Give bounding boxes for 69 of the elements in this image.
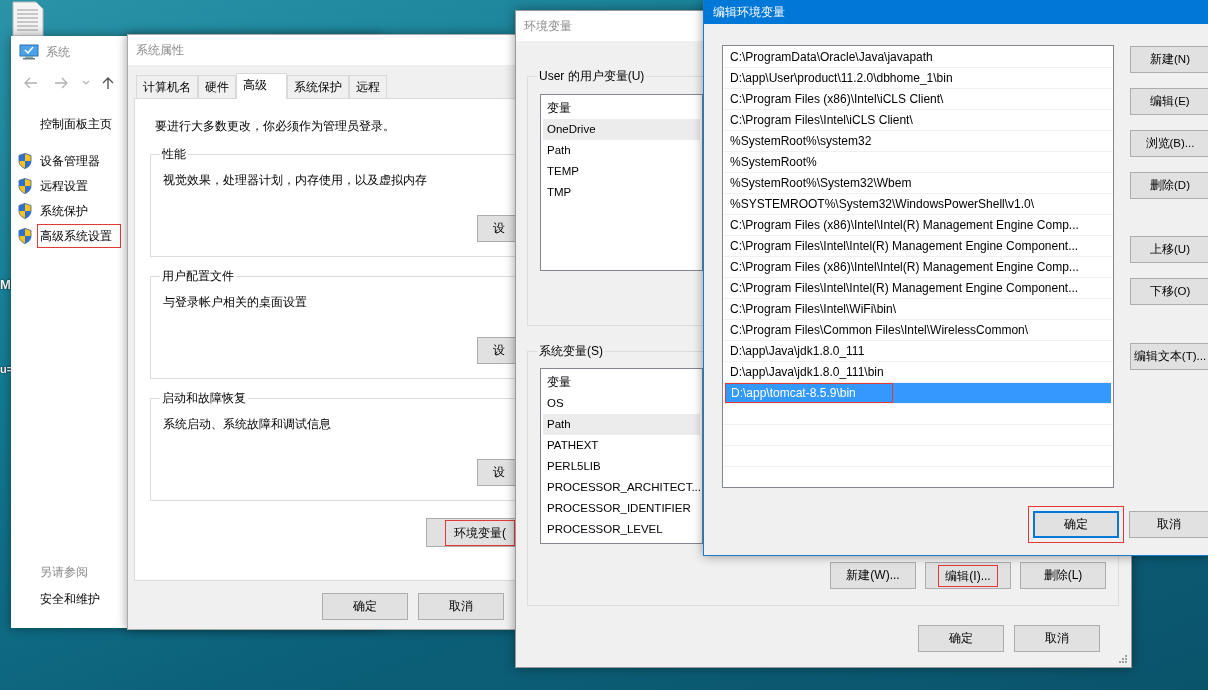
window-title: 编辑环境变量 bbox=[713, 3, 785, 21]
group-description: 视觉效果，处理器计划，内存使用，以及虚拟内存 bbox=[163, 172, 427, 188]
sidebar-link[interactable]: 控制面板主页 bbox=[40, 112, 112, 136]
shield-icon bbox=[18, 177, 32, 194]
forward-icon bbox=[54, 77, 68, 89]
variable-row[interactable]: PROCESSOR_ARCHITECT... bbox=[543, 477, 700, 498]
notice-text: 要进行大多数更改，你必须作为管理员登录。 bbox=[155, 118, 395, 134]
sidebar-link[interactable]: 系统保护 bbox=[37, 198, 97, 223]
settings-button[interactable]: 设 bbox=[477, 459, 515, 486]
delete-button[interactable]: 删除(D) bbox=[1130, 172, 1208, 199]
window-title: 环境变量 bbox=[524, 17, 572, 35]
variable-row[interactable]: OS bbox=[543, 393, 700, 414]
computer-icon bbox=[19, 44, 39, 60]
tab[interactable]: 高级 bbox=[236, 73, 287, 99]
cancel-button[interactable]: 取消 bbox=[1129, 511, 1208, 538]
group-title: 性能 bbox=[161, 147, 187, 161]
tab[interactable]: 计算机名 bbox=[136, 75, 198, 98]
up-arrow-icon bbox=[102, 76, 114, 90]
back-icon bbox=[24, 77, 38, 89]
variable-row[interactable]: PROCESSOR_LEVEL bbox=[543, 519, 700, 540]
shield-icon bbox=[18, 227, 32, 244]
cancel-button[interactable]: 取消 bbox=[418, 593, 504, 620]
browse-button[interactable]: 浏览(B)... bbox=[1130, 130, 1208, 157]
edit-button[interactable]: 编辑(I)... bbox=[925, 562, 1011, 589]
desktop-icon-label[interactable]: M bbox=[0, 277, 11, 292]
sidebar-link[interactable]: 高级系统设置 bbox=[37, 223, 121, 248]
chevron-down-icon bbox=[82, 80, 90, 86]
edit-button[interactable]: 编辑(E) bbox=[1130, 88, 1208, 115]
variable-row[interactable]: Path bbox=[543, 140, 700, 161]
group-title: User 的用户变量(U) bbox=[538, 69, 646, 83]
new-button[interactable]: 新建(W)... bbox=[830, 562, 916, 589]
settings-button[interactable]: 设 bbox=[477, 337, 515, 364]
variable-row[interactable]: OneDrive bbox=[543, 119, 700, 140]
ok-button[interactable]: 确定 bbox=[1033, 511, 1119, 538]
sidebar-link[interactable]: 设备管理器 bbox=[37, 148, 109, 173]
ok-button[interactable]: 确定 bbox=[322, 593, 408, 620]
environment-variables-button[interactable]: 环境变量( bbox=[426, 518, 515, 547]
variable-row[interactable]: PROCESSOR_IDENTIFIER bbox=[543, 498, 700, 519]
group-description: 系统启动、系统故障和调试信息 bbox=[163, 416, 331, 432]
tab[interactable]: 硬件 bbox=[198, 75, 236, 98]
variable-row[interactable]: PATHEXT bbox=[543, 435, 700, 456]
tab[interactable]: 系统保护 bbox=[287, 75, 349, 98]
shield-icon bbox=[18, 202, 32, 219]
cancel-button[interactable]: 取消 bbox=[1014, 625, 1100, 652]
delete-button[interactable]: 删除(L) bbox=[1020, 562, 1106, 589]
window-title: 系统属性 bbox=[136, 41, 184, 59]
variable-row[interactable]: Path bbox=[543, 414, 700, 435]
new-button[interactable]: 新建(N) bbox=[1130, 46, 1208, 73]
group-description: 与登录帐户相关的桌面设置 bbox=[163, 294, 307, 310]
variable-row[interactable]: TMP bbox=[543, 182, 700, 203]
variable-row[interactable]: PERL5LIB bbox=[543, 456, 700, 477]
move-up-button[interactable]: 上移(U) bbox=[1130, 236, 1208, 263]
column-header[interactable]: 变量 bbox=[543, 372, 700, 393]
sidebar-link[interactable]: 安全和维护 bbox=[40, 591, 100, 608]
tab[interactable]: 远程 bbox=[349, 75, 387, 98]
sidebar-link[interactable]: 远程设置 bbox=[37, 173, 97, 198]
column-header[interactable]: 变量 bbox=[543, 98, 700, 119]
section-heading: 另请参阅 bbox=[40, 564, 88, 581]
group-title: 系统变量(S) bbox=[538, 344, 604, 358]
move-down-button[interactable]: 下移(O) bbox=[1130, 278, 1208, 305]
edit-text-button[interactable]: 编辑文本(T)... bbox=[1130, 343, 1208, 370]
settings-button[interactable]: 设 bbox=[477, 215, 515, 242]
group-title: 用户配置文件 bbox=[161, 269, 235, 283]
window-title: 系统 bbox=[46, 43, 70, 61]
group-title: 启动和故障恢复 bbox=[161, 391, 247, 405]
ok-button[interactable]: 确定 bbox=[918, 625, 1004, 652]
resize-grip-icon bbox=[1118, 654, 1128, 664]
variable-row[interactable]: TEMP bbox=[543, 161, 700, 182]
shield-icon bbox=[18, 152, 32, 169]
